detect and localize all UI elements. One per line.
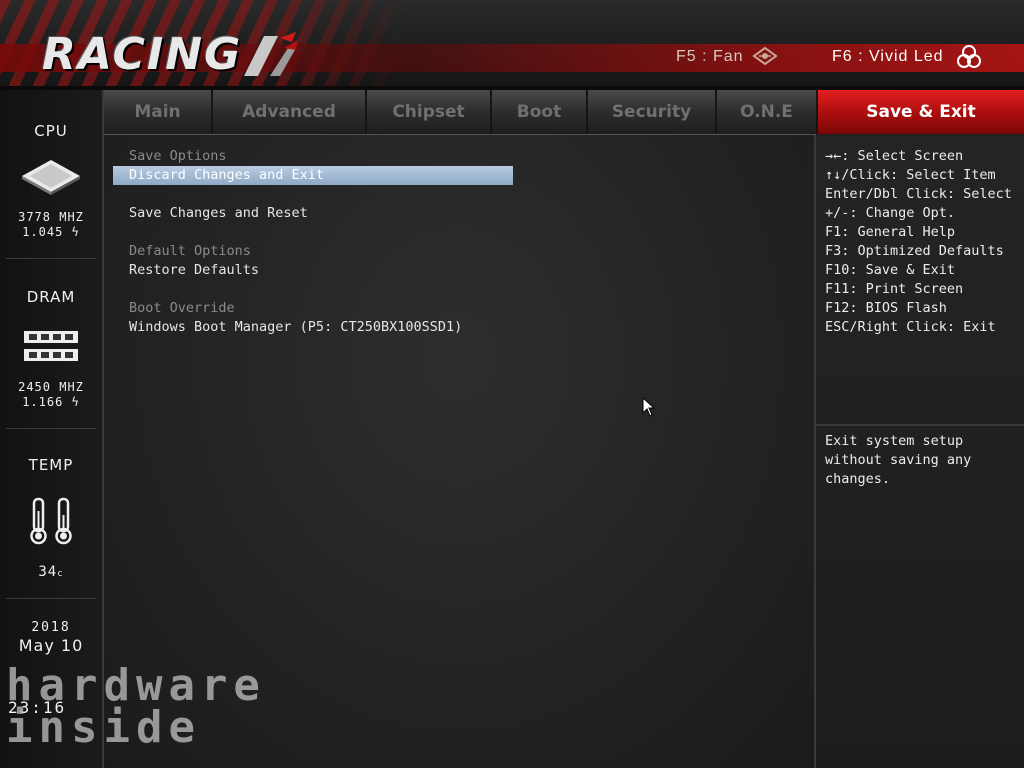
tab-main[interactable]: Main <box>104 90 213 134</box>
restore-defaults-item[interactable]: Restore Defaults <box>129 261 259 280</box>
cpu-chip-icon <box>22 160 80 195</box>
help-key-line: F1: General Help <box>825 224 956 240</box>
tab-security[interactable]: Security <box>588 90 717 134</box>
celsius-icon: c <box>57 569 64 579</box>
help-key-line: F10: Save & Exit <box>825 262 956 278</box>
temperature-value: 34c <box>38 564 64 580</box>
help-description-line: without saving any <box>825 452 972 468</box>
cpu-frequency: 3778 MHZ <box>18 210 84 224</box>
led-icon[interactable] <box>956 44 982 70</box>
voltage-bolt-icon: ϟ <box>63 395 80 409</box>
save-changes-and-reset-item[interactable]: Save Changes and Reset <box>129 204 308 223</box>
help-key-line: F12: BIOS Flash <box>825 300 947 316</box>
save-options-header: Save Options <box>129 148 227 164</box>
discard-changes-and-exit-item[interactable]: Discard Changes and Exit <box>113 166 513 185</box>
dram-voltage: 1.166 ϟ <box>22 395 80 409</box>
temp-title: TEMP <box>28 456 74 474</box>
help-description-line: Exit system setup <box>825 433 964 449</box>
help-key-line: Enter/Dbl Click: Select <box>825 186 1012 202</box>
mouse-cursor-icon <box>642 397 654 417</box>
sidebar-divider <box>6 598 96 599</box>
watermark-line-2: inside <box>6 702 201 753</box>
tab-chipset[interactable]: Chipset <box>367 90 492 134</box>
fan-icon[interactable] <box>752 44 778 70</box>
help-divider <box>816 424 1024 426</box>
windows-boot-manager-item[interactable]: Windows Boot Manager (P5: CT250BX100SSD1… <box>129 318 462 337</box>
sidebar-divider <box>6 428 96 429</box>
date-year: 2018 <box>31 620 71 635</box>
thermometer-icon <box>30 497 72 545</box>
help-description-line: changes. <box>825 471 891 487</box>
dram-title: DRAM <box>26 288 76 306</box>
cpu-title: CPU <box>34 122 68 140</box>
menu-tab-bar: Main Advanced Chipset Boot Security O.N.… <box>104 90 816 135</box>
racing-x-logo-icon <box>244 32 298 76</box>
vivid-led-hotkey[interactable]: F6 : Vivid Led <box>832 47 944 67</box>
memory-module-icon <box>24 331 78 361</box>
help-panel: →←: Select Screen ↑↓/Click: Select Item … <box>816 135 1024 768</box>
tab-save-exit[interactable]: Save & Exit <box>816 90 1024 134</box>
help-key-line: +/-: Change Opt. <box>825 205 956 221</box>
sidebar-divider <box>6 258 96 259</box>
boot-override-header: Boot Override <box>129 300 235 316</box>
tab-advanced[interactable]: Advanced <box>213 90 367 134</box>
bios-screen: RACING F5 : Fan F6 : Vivid Led CPU 3778 … <box>0 0 1024 768</box>
date-month-day: May 10 <box>18 636 84 655</box>
help-key-line: →←: Select Screen <box>825 148 964 164</box>
help-key-line: F3: Optimized Defaults <box>825 243 1004 259</box>
default-options-header: Default Options <box>129 243 251 259</box>
header-bar: RACING F5 : Fan F6 : Vivid Led <box>0 0 1024 90</box>
tab-boot[interactable]: Boot <box>492 90 588 134</box>
racing-logo: RACING <box>42 29 243 80</box>
voltage-bolt-icon: ϟ <box>63 225 80 239</box>
dram-frequency: 2450 MHZ <box>18 380 84 394</box>
help-key-line: ESC/Right Click: Exit <box>825 319 996 335</box>
help-key-line: F11: Print Screen <box>825 281 964 297</box>
cpu-voltage: 1.045 ϟ <box>22 225 80 239</box>
hardware-inside-watermark: hardware inside <box>4 664 364 764</box>
help-key-line: ↑↓/Click: Select Item <box>825 167 996 183</box>
tab-one[interactable]: O.N.E <box>717 90 816 134</box>
fan-hotkey[interactable]: F5 : Fan <box>676 47 744 67</box>
